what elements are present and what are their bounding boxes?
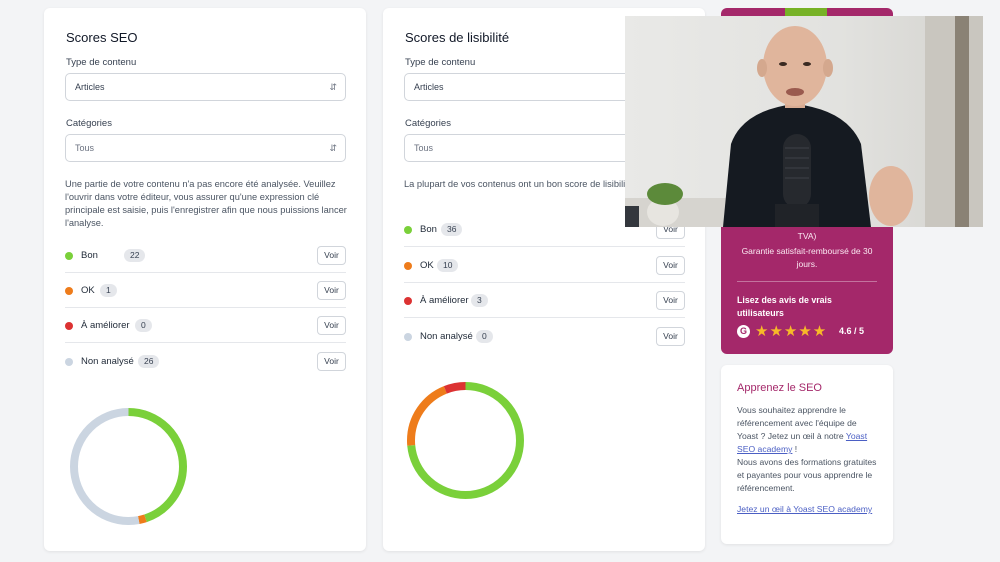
promo-guarantee-text: Garantie satisfait-remboursé de 30 jours… (741, 246, 873, 269)
seo-card-title: Scores SEO (66, 30, 138, 45)
readability-row-count: 36 (441, 223, 463, 236)
promo-divider (737, 281, 877, 282)
readability-row-ok: OK 10 Voir (404, 248, 685, 283)
seo-donut-chart (70, 408, 187, 525)
seo-row-count: 0 (135, 319, 152, 332)
presenter-video-image (625, 16, 983, 227)
readability-row-label: Bon (420, 224, 437, 235)
readability-view-not-analyzed-button[interactable]: Voir (656, 327, 685, 346)
presenter-video-overlay (625, 16, 983, 227)
readability-content-type-value: Articles (414, 82, 444, 92)
readability-categories-label: Catégories (405, 118, 451, 129)
seo-content-type-select[interactable]: Articles ⇵ (65, 73, 346, 101)
seo-row-label: OK (81, 285, 95, 296)
readability-row-count: 0 (476, 330, 493, 343)
seo-categories-select[interactable]: Tous ⇵ (65, 134, 346, 162)
seo-row-count: 26 (138, 355, 160, 368)
academy-cta-link[interactable]: Jetez un œil à Yoast SEO academy (737, 503, 879, 516)
seo-view-not-analyzed-button[interactable]: Voir (317, 352, 346, 371)
seo-row-label: À améliorer (81, 320, 130, 331)
readability-row-count: 10 (437, 259, 459, 272)
learn-seo-card: Apprenez le SEO Vous souhaitez apprendre… (721, 365, 893, 544)
readability-row-not-analyzed: Non analysé 0 Voir (404, 319, 685, 354)
seo-row-count: 1 (100, 284, 117, 297)
g2-review-icon: G (737, 325, 750, 338)
readability-donut-chart (407, 382, 524, 499)
seo-row-ok: OK 1 Voir (65, 273, 346, 308)
learn-body-end: ! (792, 444, 798, 454)
seo-view-improve-button[interactable]: Voir (317, 316, 346, 335)
status-dot-icon (65, 252, 73, 260)
readability-row-count: 3 (471, 294, 488, 307)
readability-view-ok-button[interactable]: Voir (656, 256, 685, 275)
rating-value: 4.6 / 5 (839, 326, 865, 336)
seo-row-not-analyzed: Non analysé 26 Voir (65, 344, 346, 379)
updown-chevron-icon: ⇵ (329, 143, 337, 153)
seo-row-improve: À améliorer 0 Voir (65, 308, 346, 343)
reviews-title: Lisez des avis de vrais utilisateurs (737, 295, 832, 318)
rating-stars-icon: ★★★★★ (755, 323, 828, 340)
readability-row-label: Non analysé (420, 331, 473, 342)
updown-chevron-icon: ⇵ (329, 82, 337, 92)
seo-content-type-value: Articles (75, 82, 105, 92)
readability-view-improve-button[interactable]: Voir (656, 291, 685, 310)
status-dot-icon (404, 333, 412, 341)
readability-card-title: Scores de lisibilité (405, 30, 510, 45)
readability-categories-value: Tous (414, 143, 434, 153)
seo-scores-card: Scores SEO Type de contenu Articles ⇵ Ca… (44, 8, 366, 551)
seo-row-good: Bon 22 Voir (65, 238, 346, 273)
seo-categories-label: Catégories (66, 118, 112, 129)
promo-vat-text: TVA) (797, 231, 817, 241)
learn-body-text-2: Nous avons des formations gratuites et p… (737, 457, 877, 493)
seo-row-label: Non analysé (81, 356, 134, 367)
seo-row-label: Bon (81, 250, 98, 261)
readability-row-label: À améliorer (420, 295, 469, 306)
readability-row-improve: À améliorer 3 Voir (404, 283, 685, 318)
readability-row-label: OK (420, 260, 434, 271)
seo-categories-value: Tous (75, 143, 95, 153)
seo-view-good-button[interactable]: Voir (317, 246, 346, 265)
status-dot-icon (404, 297, 412, 305)
seo-view-ok-button[interactable]: Voir (317, 281, 346, 300)
learn-seo-body: Vous souhaitez apprendre le référencemen… (737, 404, 879, 495)
status-dot-icon (404, 226, 412, 234)
seo-content-type-label: Type de contenu (66, 57, 137, 68)
seo-row-count: 22 (124, 249, 146, 262)
learn-seo-title: Apprenez le SEO (737, 382, 822, 394)
seo-description: Une partie de votre contenu n'a pas enco… (65, 179, 347, 228)
status-dot-icon (65, 322, 73, 330)
status-dot-icon (65, 358, 73, 366)
readability-content-type-label: Type de contenu (405, 57, 476, 68)
learn-body-text: Vous souhaitez apprendre le référencemen… (737, 405, 857, 441)
status-dot-icon (65, 287, 73, 295)
status-dot-icon (404, 262, 412, 270)
